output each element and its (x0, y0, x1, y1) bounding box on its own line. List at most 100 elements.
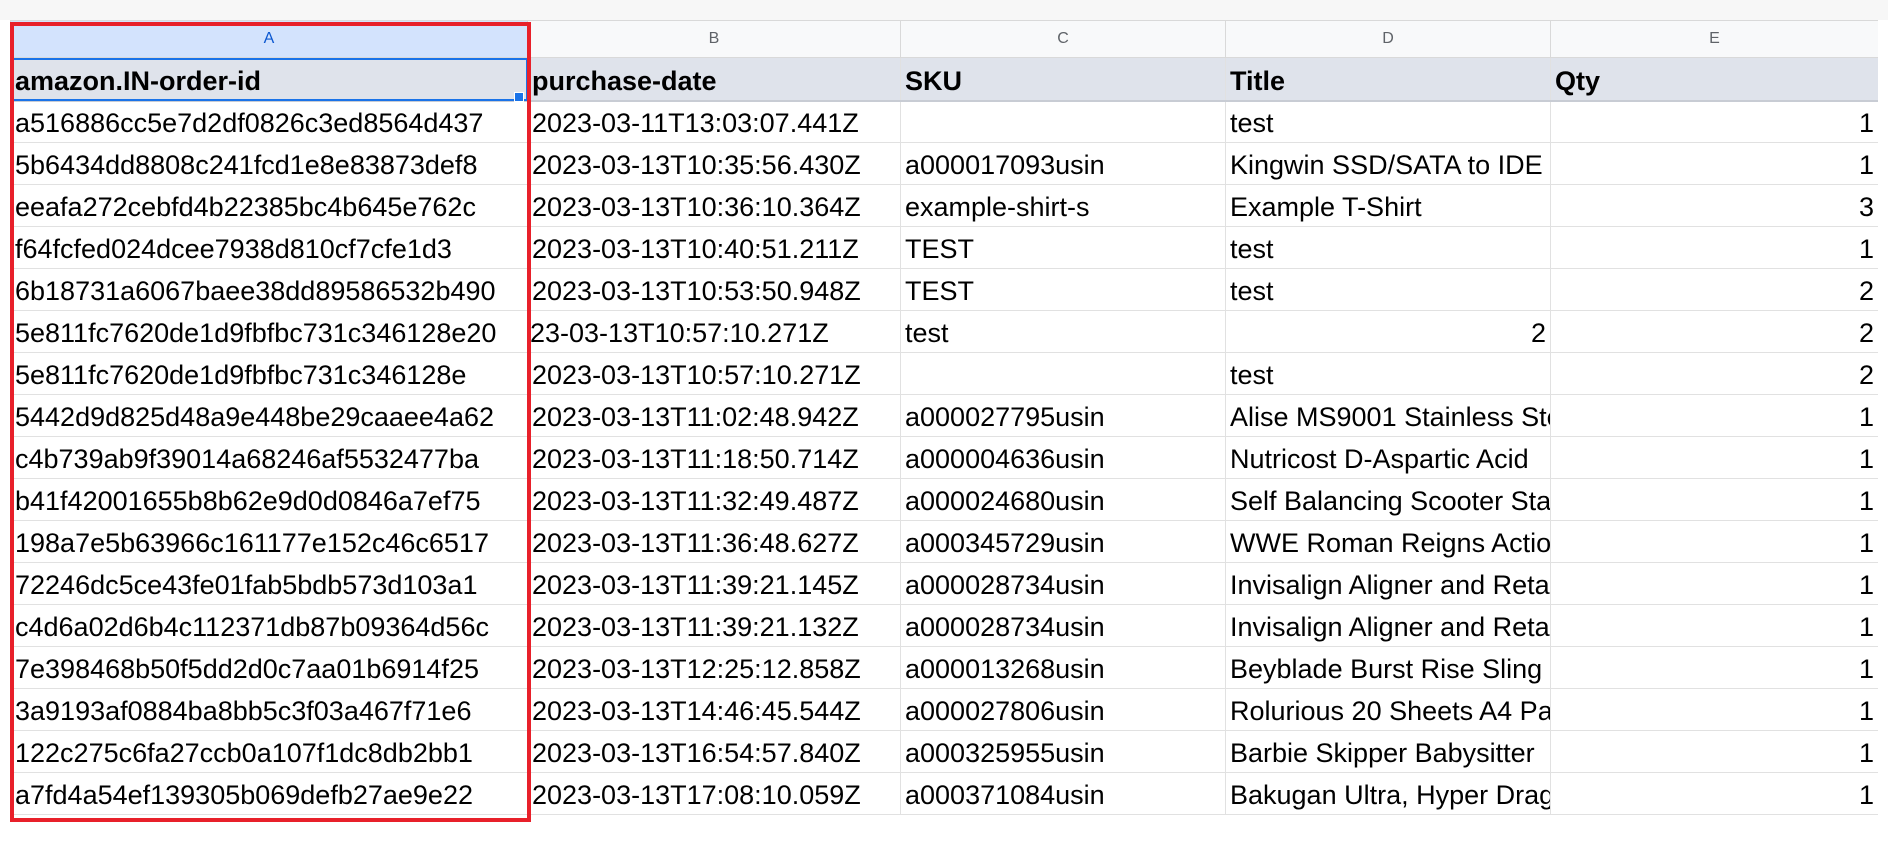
order-id-cell[interactable]: 5b6434dd8808c241fcd1e8e83873def8 (10, 142, 528, 185)
order-id-cell[interactable]: f64fcfed024dcee7938d810cf7cfe1d3 (10, 226, 528, 269)
column-header-b[interactable]: B (527, 20, 901, 58)
title-cell[interactable]: Self Balancing Scooter Stand (1225, 478, 1551, 521)
header-cell-title[interactable]: Title (1225, 57, 1551, 102)
sku-cell[interactable]: a000027806usin (900, 688, 1226, 731)
purchase-date-cell[interactable]: 2023-03-11T13:03:07.441Z (527, 100, 901, 143)
qty-cell[interactable]: 1 (1550, 562, 1878, 605)
spreadsheet-grid[interactable]: A B C D E amazon.IN-order-id purchase-da… (10, 20, 1878, 818)
purchase-date-cell[interactable]: 2023-03-13T17:08:10.059Z (527, 772, 901, 815)
order-id-cell[interactable]: 6b18731a6067baee38dd89586532b490 (10, 268, 528, 311)
column-header-a[interactable]: A (10, 20, 528, 58)
table-row: eeafa272cebfd4b22385bc4b645e762c 2023-03-… (10, 184, 1878, 227)
purchase-date-cell[interactable]: 2023-03-13T14:46:45.544Z (527, 688, 901, 731)
qty-cell[interactable]: 1 (1550, 436, 1878, 479)
title-cell[interactable]: Kingwin SSD/SATA to IDE (1225, 142, 1551, 185)
title-cell[interactable]: Rolurious 20 Sheets A4 Paper (1225, 688, 1551, 731)
sku-cell[interactable]: test (900, 310, 1226, 353)
title-cell[interactable]: Barbie Skipper Babysitter (1225, 730, 1551, 773)
purchase-date-cell[interactable]: 2023-03-13T10:53:50.948Z (527, 268, 901, 311)
title-cell[interactable]: Nutricost D-Aspartic Acid (1225, 436, 1551, 479)
order-id-cell[interactable]: 5442d9d825d48a9e448be29caaee4a62 (10, 394, 528, 437)
title-cell[interactable]: test (1225, 226, 1551, 269)
order-id-cell[interactable]: b41f42001655b8b62e9d0d0846a7ef75 (10, 478, 528, 521)
sku-cell[interactable]: a000013268usin (900, 646, 1226, 689)
table-row: 122c275c6fa27ccb0a107f1dc8db2bb1 2023-03-… (10, 730, 1878, 773)
sku-cell[interactable]: a000371084usin (900, 772, 1226, 815)
title-cell[interactable]: Invisalign Aligner and Retainer (1225, 604, 1551, 647)
sku-cell[interactable]: a000345729usin (900, 520, 1226, 563)
purchase-date-cell[interactable]: 2023-03-13T11:32:49.487Z (527, 478, 901, 521)
sku-cell[interactable]: a000024680usin (900, 478, 1226, 521)
purchase-date-cell[interactable]: 2023-03-13T11:39:21.132Z (527, 604, 901, 647)
sku-cell[interactable] (900, 100, 1226, 143)
fill-handle[interactable] (514, 92, 524, 102)
sku-cell[interactable]: a000028734usin (900, 604, 1226, 647)
sku-cell[interactable]: example-shirt-s (900, 184, 1226, 227)
table-row: b41f42001655b8b62e9d0d0846a7ef75 2023-03-… (10, 478, 1878, 521)
qty-cell[interactable]: 1 (1550, 646, 1878, 689)
purchase-date-cell[interactable]: 2023-03-13T10:40:51.211Z (527, 226, 901, 269)
order-id-cell[interactable]: 5e811fc7620de1d9fbfbc731c346128e (10, 352, 528, 395)
title-cell[interactable]: Beyblade Burst Rise Sling (1225, 646, 1551, 689)
qty-cell[interactable]: 1 (1550, 520, 1878, 563)
sku-cell[interactable]: a000004636usin (900, 436, 1226, 479)
title-cell[interactable]: Alise MS9001 Stainless Steel (1225, 394, 1551, 437)
qty-cell[interactable]: 1 (1550, 478, 1878, 521)
title-cell[interactable]: 2 (1225, 310, 1551, 353)
qty-cell[interactable]: 1 (1550, 772, 1878, 815)
qty-cell[interactable]: 1 (1550, 688, 1878, 731)
sku-cell[interactable]: TEST (900, 226, 1226, 269)
header-cell-qty[interactable]: Qty (1550, 57, 1878, 102)
order-id-cell[interactable]: 72246dc5ce43fe01fab5bdb573d103a1 (10, 562, 528, 605)
purchase-date-cell[interactable]: 2023-03-13T11:39:21.145Z (527, 562, 901, 605)
sku-cell[interactable]: TEST (900, 268, 1226, 311)
header-cell-sku[interactable]: SKU (900, 57, 1226, 102)
header-cell-purchase-date[interactable]: purchase-date (527, 57, 901, 102)
purchase-date-cell[interactable]: 2023-03-13T10:35:56.430Z (527, 142, 901, 185)
order-id-cell[interactable]: a516886cc5e7d2df0826c3ed8564d437 (10, 100, 528, 143)
order-id-cell[interactable]: c4b739ab9f39014a68246af5532477ba (10, 436, 528, 479)
title-cell[interactable]: test (1225, 100, 1551, 143)
order-id-cell[interactable]: 122c275c6fa27ccb0a107f1dc8db2bb1 (10, 730, 528, 773)
qty-cell[interactable]: 3 (1550, 184, 1878, 227)
qty-cell[interactable]: 1 (1550, 604, 1878, 647)
purchase-date-cell[interactable]: 2023-03-13T11:18:50.714Z (527, 436, 901, 479)
title-cell[interactable]: test (1225, 352, 1551, 395)
title-cell[interactable]: test (1225, 268, 1551, 311)
sku-cell[interactable]: a000325955usin (900, 730, 1226, 773)
order-id-cell[interactable]: 198a7e5b63966c161177e152c46c6517 (10, 520, 528, 563)
qty-cell[interactable]: 1 (1550, 394, 1878, 437)
title-cell[interactable]: Example T-Shirt (1225, 184, 1551, 227)
title-cell[interactable]: WWE Roman Reigns Action (1225, 520, 1551, 563)
qty-cell[interactable]: 2 (1550, 352, 1878, 395)
column-header-e[interactable]: E (1550, 20, 1878, 58)
sku-cell[interactable]: a000028734usin (900, 562, 1226, 605)
qty-cell[interactable]: 1 (1550, 226, 1878, 269)
order-id-cell[interactable]: 7e398468b50f5dd2d0c7aa01b6914f25 (10, 646, 528, 689)
qty-cell[interactable]: 1 (1550, 142, 1878, 185)
order-id-cell[interactable]: 3a9193af0884ba8bb5c3f03a467f71e6 (10, 688, 528, 731)
order-id-cell[interactable]: 5e811fc7620de1d9fbfbc731c346128e20 (10, 310, 528, 353)
purchase-date-cell[interactable]: 2023-03-13T10:36:10.364Z (527, 184, 901, 227)
sku-cell[interactable]: a000017093usin (900, 142, 1226, 185)
purchase-date-cell[interactable]: 2023-03-13T10:57:10.271Z (527, 352, 901, 395)
purchase-date-cell[interactable]: 2023-03-13T11:02:48.942Z (527, 394, 901, 437)
sku-cell[interactable] (900, 352, 1226, 395)
title-cell[interactable]: Bakugan Ultra, Hyper Dragonoid (1225, 772, 1551, 815)
order-id-cell[interactable]: c4d6a02d6b4c112371db87b09364d56c (10, 604, 528, 647)
qty-cell[interactable]: 2 (1550, 268, 1878, 311)
header-cell-order-id[interactable]: amazon.IN-order-id (10, 57, 528, 102)
order-id-cell[interactable]: eeafa272cebfd4b22385bc4b645e762c (10, 184, 528, 227)
column-header-c[interactable]: C (900, 20, 1226, 58)
column-header-d[interactable]: D (1225, 20, 1551, 58)
order-id-cell[interactable]: a7fd4a54ef139305b069defb27ae9e22 (10, 772, 528, 815)
purchase-date-cell[interactable]: 2023-03-13T12:25:12.858Z (527, 646, 901, 689)
qty-cell[interactable]: 1 (1550, 100, 1878, 143)
purchase-date-cell[interactable]: 2023-03-13T11:36:48.627Z (527, 520, 901, 563)
purchase-date-cell[interactable]: 23-03-13T10:57:10.271Z (527, 310, 901, 353)
sku-cell[interactable]: a000027795usin (900, 394, 1226, 437)
purchase-date-cell[interactable]: 2023-03-13T16:54:57.840Z (527, 730, 901, 773)
qty-cell[interactable]: 2 (1550, 310, 1878, 353)
title-cell[interactable]: Invisalign Aligner and Retainer (1225, 562, 1551, 605)
qty-cell[interactable]: 1 (1550, 730, 1878, 773)
